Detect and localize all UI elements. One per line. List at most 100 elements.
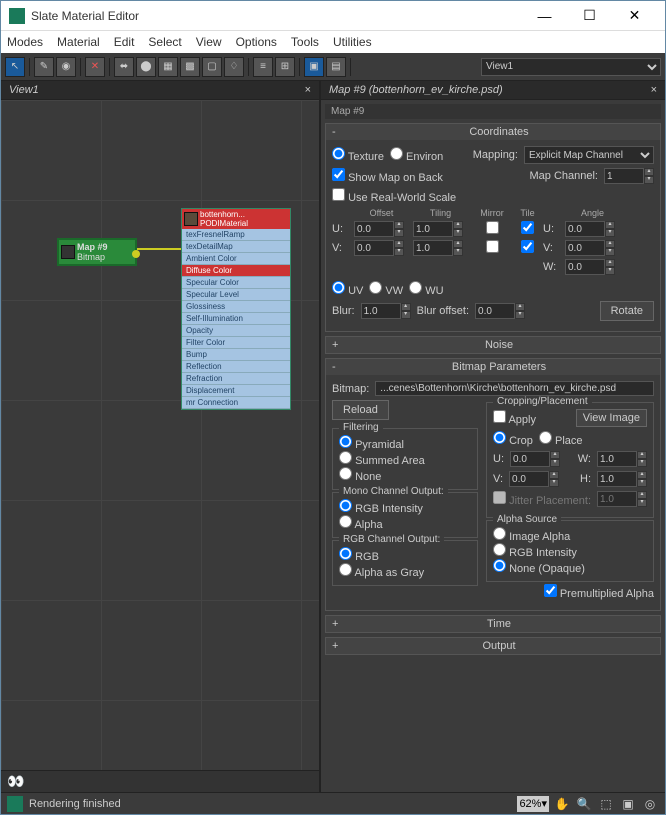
bitmap-node[interactable]: Map #9 Bitmap — [57, 238, 137, 266]
tab-close-icon[interactable]: × — [305, 84, 311, 96]
material-slot[interactable]: Bump — [182, 349, 290, 361]
close-button[interactable]: ✕ — [612, 2, 657, 30]
menu-material[interactable]: Material — [57, 35, 100, 49]
summed-area-radio[interactable] — [339, 451, 352, 464]
map-channel-input[interactable] — [604, 168, 644, 184]
menu-tools[interactable]: Tools — [291, 35, 319, 49]
environ-radio[interactable] — [390, 147, 403, 160]
wu-radio[interactable] — [409, 281, 422, 294]
menu-view[interactable]: View — [196, 35, 222, 49]
alpha-rgb-radio[interactable] — [493, 543, 506, 556]
apply-crop-checkbox[interactable] — [493, 410, 506, 423]
properties-close-icon[interactable]: × — [651, 84, 657, 96]
zoom-region-icon[interactable]: ⬚ — [597, 795, 615, 813]
crop-w-input[interactable] — [597, 451, 637, 467]
view-image-button[interactable]: View Image — [576, 409, 647, 427]
mapping-dropdown[interactable]: Explicit Map Channel — [524, 146, 654, 164]
material-slot[interactable]: Ambient Color — [182, 253, 290, 265]
spin-down-icon[interactable]: ▾ — [644, 176, 654, 184]
time-header[interactable]: +Time — [326, 616, 660, 632]
material-slot[interactable]: Specular Color — [182, 277, 290, 289]
preview-icon[interactable]: ▤ — [326, 57, 346, 77]
pick-icon[interactable]: ✎ — [34, 57, 54, 77]
uv-radio[interactable] — [332, 281, 345, 294]
material-slot[interactable]: Displacement — [182, 385, 290, 397]
blur-offset-input[interactable] — [475, 303, 515, 319]
material-slot[interactable]: Refraction — [182, 373, 290, 385]
arrow-icon[interactable]: ↖ — [5, 57, 25, 77]
premult-alpha-checkbox[interactable] — [544, 584, 557, 597]
crop-h-input[interactable] — [597, 471, 637, 487]
menu-options[interactable]: Options — [236, 35, 277, 49]
show-map-back-checkbox[interactable] — [332, 168, 345, 181]
bitmap-params-header[interactable]: -Bitmap Parameters — [326, 359, 660, 375]
delete-icon[interactable]: ✕ — [85, 57, 105, 77]
view-tab[interactable]: View1 × — [1, 81, 319, 100]
zoom-icon[interactable]: 🔍 — [575, 795, 593, 813]
move-icon[interactable]: ⬌ — [114, 57, 134, 77]
checker2-icon[interactable]: ▩ — [180, 57, 200, 77]
filter-none-radio[interactable] — [339, 467, 352, 480]
crop-v-input[interactable] — [509, 471, 549, 487]
material-slot[interactable]: Self-Illumination — [182, 313, 290, 325]
properties-tab[interactable]: Map #9 (bottenhorn_ev_kirche.psd) × — [321, 81, 665, 100]
output-header[interactable]: +Output — [326, 638, 660, 654]
texture-radio[interactable] — [332, 147, 345, 160]
pyramidal-radio[interactable] — [339, 435, 352, 448]
view-dropdown[interactable]: View1 — [481, 58, 661, 76]
material-slot[interactable]: Diffuse Color — [182, 265, 290, 277]
mono-alpha-radio[interactable] — [339, 515, 352, 528]
u-offset-input[interactable] — [354, 221, 394, 237]
v-angle-input[interactable] — [565, 240, 605, 256]
light-icon[interactable]: ♢ — [224, 57, 244, 77]
coordinates-header[interactable]: -Coordinates — [326, 124, 660, 140]
box-icon[interactable]: ▢ — [202, 57, 222, 77]
u-mirror-checkbox[interactable] — [486, 221, 499, 234]
v-offset-input[interactable] — [354, 240, 394, 256]
real-world-checkbox[interactable] — [332, 188, 345, 201]
reload-button[interactable]: Reload — [332, 400, 389, 420]
zoom-dropdown-icon[interactable]: ▾ — [541, 797, 547, 810]
u-tiling-input[interactable] — [413, 221, 453, 237]
material-slot[interactable]: texDetailMap — [182, 241, 290, 253]
material-slot[interactable]: mr Connection — [182, 397, 290, 409]
place-radio[interactable] — [539, 431, 552, 444]
crop-radio[interactable] — [493, 431, 506, 444]
sphere-icon[interactable]: ⬤ — [136, 57, 156, 77]
select-icon[interactable]: ▣ — [304, 57, 324, 77]
pan-to-selected-icon[interactable]: ◎ — [641, 795, 659, 813]
spin-up-icon[interactable]: ▴ — [644, 168, 654, 176]
material-slot[interactable]: Reflection — [182, 361, 290, 373]
breadcrumb[interactable]: Map #9 — [325, 104, 661, 119]
w-angle-input[interactable] — [565, 259, 605, 275]
node-canvas[interactable]: Map #9 Bitmap bottenhorn... PODIMaterial — [1, 100, 319, 770]
layout-icon[interactable]: ⊞ — [275, 57, 295, 77]
menu-utilities[interactable]: Utilities — [333, 35, 372, 49]
mono-rgb-radio[interactable] — [339, 499, 352, 512]
image-alpha-radio[interactable] — [493, 527, 506, 540]
minimize-button[interactable]: — — [522, 2, 567, 30]
v-mirror-checkbox[interactable] — [486, 240, 499, 253]
vw-radio[interactable] — [369, 281, 382, 294]
output-port[interactable] — [132, 250, 140, 258]
blur-input[interactable] — [361, 303, 401, 319]
u-tile-checkbox[interactable] — [521, 221, 534, 234]
material-slot[interactable]: texFresnelRamp — [182, 229, 290, 241]
material-slot[interactable]: Specular Level — [182, 289, 290, 301]
menu-edit[interactable]: Edit — [114, 35, 135, 49]
list-icon[interactable]: ≡ — [253, 57, 273, 77]
material-slot[interactable]: Opacity — [182, 325, 290, 337]
checker-icon[interactable]: ▦ — [158, 57, 178, 77]
pan-icon[interactable]: ✋ — [553, 795, 571, 813]
assign-icon[interactable]: ◉ — [56, 57, 76, 77]
noise-header[interactable]: +Noise — [326, 337, 660, 353]
alpha-none-radio[interactable] — [493, 559, 506, 572]
material-node[interactable]: bottenhorn... PODIMaterial texFresnelRam… — [181, 208, 291, 410]
menu-modes[interactable]: Modes — [7, 35, 43, 49]
binoculars-icon[interactable]: 👀 — [7, 773, 24, 790]
v-tile-checkbox[interactable] — [521, 240, 534, 253]
rotate-button[interactable]: Rotate — [600, 301, 654, 321]
rgb-out-radio[interactable] — [339, 547, 352, 560]
bitmap-path-field[interactable]: ...cenes\Bottenhorn\Kirche\bottenhorn_ev… — [375, 381, 654, 396]
menu-select[interactable]: Select — [148, 35, 181, 49]
